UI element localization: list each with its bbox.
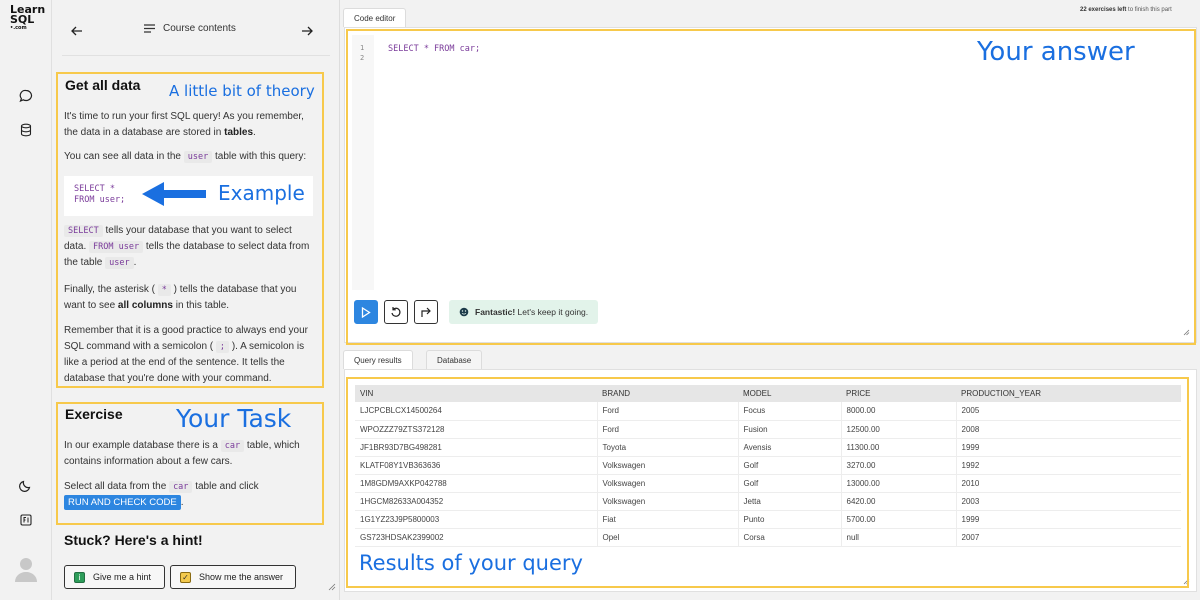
database-icon[interactable] [17,121,35,139]
annotation-answer: Your answer [977,37,1135,67]
hint-title: Stuck? Here's a hint! [64,532,203,548]
exercise-title: Exercise [65,406,123,422]
nav-divider [62,55,330,56]
theory-paragraph-5: Remember that it is a good practice to a… [64,325,309,384]
annotation-theory: A little bit of theory [169,82,315,100]
show-answer-button[interactable]: ✓ Show me the answer [170,565,296,589]
learnsql-logo[interactable]: Learn SQL •.com [10,4,45,32]
panel-resize-handle-icon[interactable] [328,583,336,591]
course-nav: Course contents [52,12,340,50]
user-avatar-icon[interactable] [12,555,40,583]
menu-lines-icon [144,24,155,33]
font-size-icon[interactable] [17,511,35,529]
theory-paragraph-4: Finally, the asterisk ( * ) tells the da… [64,284,297,311]
exercise-paragraph-1: In our example database there is a car t… [64,440,300,467]
give-hint-button[interactable]: i Give me a hint [64,565,165,589]
dark-mode-moon-icon[interactable] [17,476,35,494]
course-contents-button[interactable]: Course contents [144,23,236,34]
tab-database[interactable]: Database [426,350,483,369]
run-and-check-code-chip: RUN AND CHECK CODE [64,495,181,510]
theory-paragraph-2: You can see all data in the user table w… [64,151,307,163]
icon-rail: Learn SQL •.com [0,0,52,600]
annotation-arrow-icon [142,182,206,206]
answer-check-icon: ✓ [180,571,191,583]
annotation-results: Results of your query [359,551,583,575]
answer-highlight-box [346,29,1196,345]
annotation-example: Example [218,181,305,205]
exercise-paragraph-2: Select all data from the car table and c… [64,481,259,510]
annotation-task: Your Task [176,404,292,433]
chat-icon[interactable] [17,87,35,105]
tab-code-editor[interactable]: Code editor [343,8,407,27]
previous-arrow-icon[interactable] [66,20,88,42]
tab-query-results[interactable]: Query results [343,350,413,369]
exercises-left-status: 22 exercises left to finish this part [1080,7,1172,13]
theory-paragraph-1: It's time to run your first SQL query! A… [64,111,304,138]
next-arrow-icon[interactable] [296,20,318,42]
theory-title: Get all data [65,77,141,93]
hint-lightbulb-icon: i [74,571,85,583]
theory-paragraph-3: SELECT tells your database that you want… [64,225,310,269]
